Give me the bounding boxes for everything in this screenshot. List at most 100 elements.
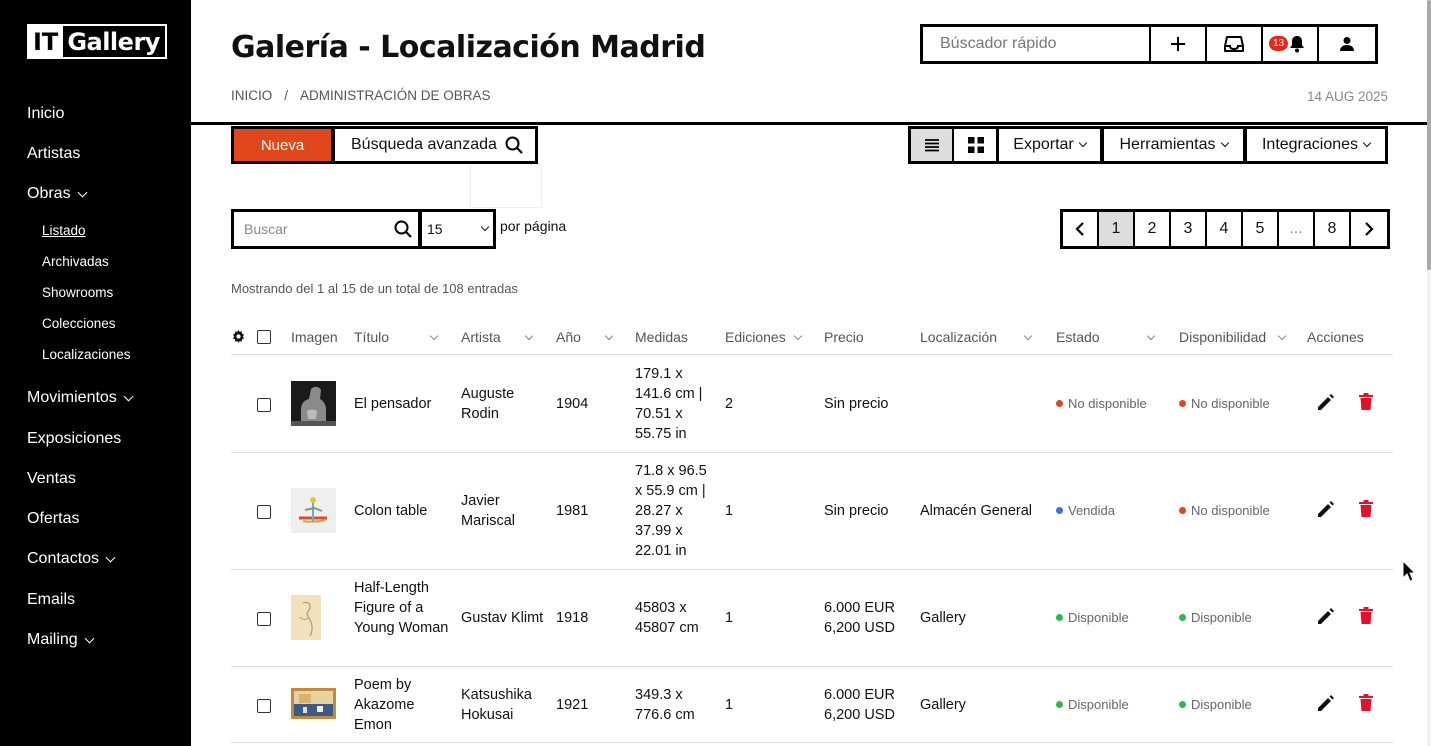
per-page-label: por página — [500, 218, 567, 234]
sidebar-item-contactos[interactable]: Contactos — [27, 550, 116, 568]
sidebar-item-emails[interactable]: Emails — [27, 591, 75, 609]
notifications-button[interactable]: 13 — [1263, 27, 1319, 61]
cell-estado: Disponible — [1056, 697, 1129, 712]
user-button[interactable] — [1319, 27, 1375, 61]
tools-dropdown[interactable]: Herramientas — [1101, 126, 1246, 164]
column-header-ano[interactable]: Año — [556, 329, 616, 345]
chevron-down-icon — [429, 331, 439, 340]
sidebar-item-artistas[interactable]: Artistas — [27, 145, 80, 163]
per-page-select[interactable]: 15 — [419, 209, 496, 249]
sidebar-item-exposiciones[interactable]: Exposiciones — [27, 430, 121, 448]
row-checkbox[interactable] — [257, 505, 271, 519]
integrations-dropdown[interactable]: Integraciones — [1244, 126, 1388, 164]
pagination-prev[interactable] — [1063, 212, 1099, 246]
sidebar-subitem-localizaciones[interactable]: Localizaciones — [42, 347, 131, 362]
grid-view-button[interactable] — [954, 129, 997, 161]
per-page-value: 15 — [427, 221, 443, 237]
sidebar-item-mailing[interactable]: Mailing — [27, 631, 95, 649]
status-label: Disponible — [1068, 697, 1129, 712]
cell-price: 6.000 EUR 6,200 USD — [824, 687, 895, 723]
quick-search-input[interactable] — [923, 27, 1151, 61]
column-header-imagen: Imagen — [291, 329, 338, 345]
gear-icon[interactable] — [232, 330, 245, 343]
sidebar-subitem-showrooms[interactable]: Showrooms — [42, 285, 113, 300]
status-dot — [1179, 400, 1186, 407]
artwork-thumbnail[interactable] — [291, 381, 336, 426]
cell-size: 349.3 x 776.6 cm — [635, 687, 695, 723]
artwork-thumbnail[interactable] — [291, 688, 336, 719]
new-artwork-button[interactable]: Nueva — [231, 126, 334, 164]
column-header-medidas: Medidas — [635, 329, 688, 345]
pagination-page[interactable]: 3 — [1171, 212, 1207, 246]
cell-title[interactable]: Poem by Akazome Emon — [354, 675, 434, 735]
sidebar-subitem-colecciones[interactable]: Colecciones — [42, 316, 116, 331]
delete-icon[interactable] — [1359, 500, 1373, 517]
sidebar-item-label: Artistas — [27, 145, 81, 162]
scrollbar-track[interactable] — [1427, 0, 1431, 746]
cell-estado: Vendida — [1056, 503, 1115, 518]
sidebar-item-movimientos[interactable]: Movimientos — [27, 389, 134, 407]
pagination-page[interactable]: 5 — [1243, 212, 1279, 246]
cell-artist: Gustav Klimt — [461, 610, 544, 626]
status-dot — [1056, 701, 1063, 708]
row-checkbox[interactable] — [257, 398, 271, 412]
sidebar-subitem-listado[interactable]: Listado — [42, 223, 86, 238]
column-header-localizacion[interactable]: Localización — [920, 329, 1035, 345]
pagination-page[interactable]: 2 — [1135, 212, 1171, 246]
sidebar-item-label: Contactos — [27, 550, 100, 567]
chevron-down-icon — [123, 391, 134, 401]
artwork-thumbnail[interactable] — [291, 488, 336, 533]
sidebar-item-ofertas[interactable]: Ofertas — [27, 510, 79, 528]
row-checkbox[interactable] — [257, 612, 271, 626]
sidebar-item-ventas[interactable]: Ventas — [27, 470, 76, 488]
delete-icon[interactable] — [1359, 694, 1373, 711]
edit-icon[interactable] — [1317, 500, 1335, 518]
table-search-input[interactable] — [244, 221, 384, 237]
sidebar-item-obras[interactable]: Obras — [27, 185, 88, 203]
column-header-artista[interactable]: Artista — [461, 329, 536, 345]
select-all-checkbox[interactable] — [257, 330, 271, 344]
sidebar-item-inicio[interactable]: Inicio — [27, 105, 64, 123]
edit-icon[interactable] — [1317, 393, 1335, 411]
chevron-down-icon — [105, 552, 116, 562]
pagination-page[interactable]: 4 — [1207, 212, 1243, 246]
logo[interactable]: IT Gallery — [27, 24, 167, 59]
row-divider — [231, 354, 1393, 355]
chevron-down-icon — [1023, 331, 1033, 340]
sidebar-item-label: Emails — [27, 591, 76, 608]
pagination-page[interactable]: 1 — [1099, 212, 1135, 246]
chevron-down-icon — [480, 222, 490, 232]
cell-title[interactable]: El pensador — [354, 394, 454, 414]
cell-title[interactable]: Half-Length Figure of a Young Woman — [354, 578, 450, 638]
row-checkbox[interactable] — [257, 699, 271, 713]
edit-icon[interactable] — [1317, 694, 1335, 712]
pagination: 1 2 3 4 5 ... 8 — [1060, 209, 1390, 249]
inbox-button[interactable] — [1207, 27, 1263, 61]
cell-title[interactable]: Colon table — [354, 501, 427, 521]
artwork-thumbnail[interactable] — [291, 595, 321, 640]
edit-icon[interactable] — [1317, 607, 1335, 625]
export-dropdown[interactable]: Exportar — [996, 126, 1103, 164]
sidebar-item-label: Exposiciones — [27, 430, 122, 447]
delete-icon[interactable] — [1359, 607, 1373, 624]
search-icon[interactable] — [394, 220, 412, 238]
column-header-label: Año — [556, 329, 581, 345]
list-icon — [924, 139, 939, 152]
delete-icon[interactable] — [1359, 393, 1373, 410]
column-header-ediciones[interactable]: Ediciones — [725, 329, 805, 345]
status-label: Vendida — [1068, 503, 1115, 518]
advanced-search-button[interactable]: Búsqueda avanzada — [332, 126, 538, 164]
inbox-icon — [1224, 36, 1244, 52]
column-header-titulo[interactable]: Título — [354, 329, 439, 345]
add-button[interactable] — [1151, 27, 1207, 61]
pagination-page[interactable]: 8 — [1315, 212, 1351, 246]
column-header-disponibilidad[interactable]: Disponibilidad — [1179, 329, 1289, 345]
scrollbar-thumb[interactable] — [1427, 0, 1431, 270]
list-view-button[interactable] — [911, 129, 954, 161]
pagination-next[interactable] — [1351, 212, 1387, 246]
sidebar-subitem-archivadas[interactable]: Archivadas — [42, 254, 109, 269]
cell-estado: No disponible — [1056, 396, 1147, 411]
pagination-ellipsis: ... — [1279, 212, 1315, 246]
column-header-estado[interactable]: Estado — [1056, 329, 1156, 345]
breadcrumb-home[interactable]: INICIO — [231, 88, 272, 103]
